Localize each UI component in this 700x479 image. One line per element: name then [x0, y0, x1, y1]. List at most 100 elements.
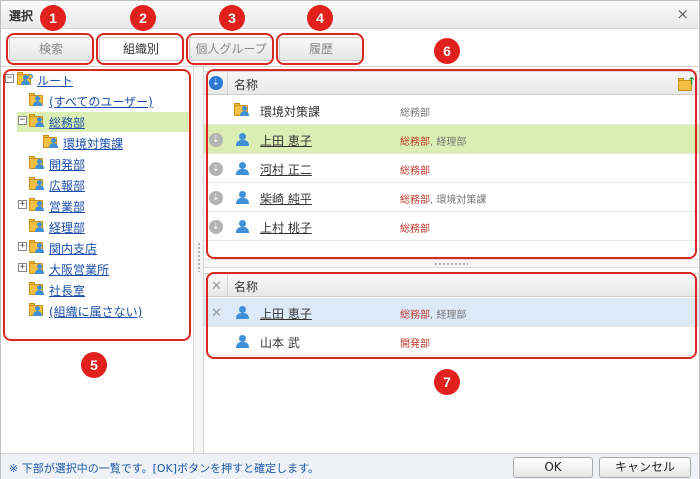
candidate-name[interactable]: 上村 桃子 — [260, 219, 312, 236]
selected-name[interactable]: 山本 武 — [260, 334, 300, 351]
tab-search[interactable]: 検索 — [9, 37, 93, 61]
annotation-marker-2: 2 — [130, 5, 156, 31]
tree-node-development[interactable]: 開発部 — [25, 154, 191, 174]
candidate-row[interactable]: ⇣ 上村 桃子 総務部 — [204, 212, 699, 241]
tree-node-all-users[interactable]: (すべてのユーザー) — [25, 91, 191, 111]
expand-circle-icon[interactable]: ⇣ — [209, 76, 223, 90]
tree-label[interactable]: (すべてのユーザー) — [49, 93, 153, 110]
annotation-marker-3: 3 — [219, 5, 245, 31]
annotation-marker-5: 5 — [81, 352, 107, 378]
candidate-name[interactable]: 環境対策課 — [260, 103, 320, 120]
candidate-row[interactable]: ⇣ 上田 恵子 総務部, 経理部 — [204, 125, 699, 154]
user-icon — [234, 131, 251, 147]
candidates-header: ⇣ 名称 ↑ — [204, 71, 699, 95]
folder-user-icon — [29, 281, 46, 296]
dialog-title: 選択 — [9, 9, 34, 23]
candidate-dept: 総務部 — [400, 224, 430, 235]
folder-user-icon — [29, 239, 46, 254]
user-icon — [234, 333, 251, 349]
tree-label[interactable]: (組織に属さない) — [49, 303, 142, 320]
tree-label[interactable]: 環境対策課 — [63, 135, 123, 152]
tree-node-kannai-branch[interactable]: + 関内支店 — [17, 238, 191, 258]
folder-user-icon — [29, 176, 46, 191]
tree-node-pr[interactable]: 広報部 — [25, 175, 191, 195]
tree-node-environment[interactable]: 環境対策課 — [41, 133, 191, 153]
splitter-grip-icon[interactable] — [434, 262, 468, 266]
candidate-dept: 総務部 — [400, 108, 430, 119]
expand-icon[interactable]: + — [18, 200, 27, 209]
candidate-name[interactable]: 柴崎 純平 — [260, 190, 312, 207]
expand-icon[interactable]: + — [18, 242, 27, 251]
remove-all-icon[interactable]: ✕ — [211, 279, 222, 294]
tree-label[interactable]: 経理部 — [49, 219, 85, 236]
splitter-grip-icon[interactable] — [197, 242, 201, 272]
folder-user-icon — [43, 134, 60, 149]
tab-personal-group[interactable]: 個人グループ — [189, 37, 273, 61]
expand-icon[interactable]: + — [18, 263, 27, 272]
tree-node-unaffiliated[interactable]: (組織に属さない) — [25, 301, 191, 321]
candidate-name[interactable]: 上田 恵子 — [260, 132, 312, 149]
remove-icon[interactable]: ✕ — [211, 306, 222, 321]
footer-note: ※ 下部が選択中の一覧です。[OK]ボタンを押すと確定します。 — [9, 462, 319, 475]
annotation-marker-7: 7 — [434, 369, 460, 395]
annotation-marker-4: 4 — [307, 5, 333, 31]
cancel-button[interactable]: キャンセル — [599, 457, 691, 478]
column-header-name: 名称 — [234, 78, 259, 92]
add-circle-icon[interactable]: ⇣ — [209, 162, 223, 176]
candidate-row[interactable]: ⇣ 河村 正二 総務部 — [204, 154, 699, 183]
selected-header: ✕ 名称 — [204, 273, 699, 297]
selected-row[interactable]: 山本 武 開発部 — [204, 327, 699, 356]
tab-bar: 検索 組織別 個人グループ 履歴 — [1, 29, 699, 67]
tab-organization[interactable]: 組織別 — [99, 37, 183, 61]
candidate-dept: 総務部, 環境対策課 — [400, 195, 487, 206]
user-icon — [234, 218, 251, 234]
tree-node-osaka-office[interactable]: + 大阪営業所 — [17, 259, 191, 279]
folder-user-icon — [29, 260, 46, 275]
close-icon[interactable]: × — [676, 5, 689, 23]
folder-user-icon — [29, 155, 46, 170]
tree-node-accounting[interactable]: 経理部 — [25, 217, 191, 237]
tree-label[interactable]: ルート — [37, 72, 73, 89]
collapse-icon[interactable]: − — [18, 116, 27, 125]
tree-label[interactable]: 社長室 — [49, 282, 85, 299]
folder-users-icon — [29, 302, 46, 317]
add-all-icon[interactable]: ↑ — [677, 75, 696, 91]
selected-dept: 開発部 — [400, 339, 430, 350]
tree-label[interactable]: 広報部 — [49, 177, 85, 194]
collapse-icon[interactable]: − — [5, 74, 14, 83]
candidate-dept: 総務部, 経理部 — [400, 137, 467, 148]
selected-name[interactable]: 上田 恵子 — [260, 305, 312, 322]
folder-user-icon — [29, 113, 46, 128]
user-icon — [234, 189, 251, 205]
user-icon — [234, 160, 251, 176]
vertical-splitter[interactable] — [194, 67, 204, 453]
ok-button[interactable]: OK — [513, 457, 593, 478]
organization-tree: − ルート (すべてのユーザー) − 総務部 環境対策課 開発部 広報部 + 営… — [1, 67, 194, 453]
tree-node-president-office[interactable]: 社長室 — [25, 280, 191, 300]
annotation-marker-1: 1 — [40, 5, 66, 31]
candidate-row[interactable]: ⇣ 柴崎 純平 総務部, 環境対策課 — [204, 183, 699, 212]
tab-history[interactable]: 履歴 — [279, 37, 363, 61]
tree-label[interactable]: 開発部 — [49, 156, 85, 173]
candidate-name[interactable]: 河村 正二 — [260, 161, 312, 178]
user-icon — [234, 304, 251, 320]
selected-row[interactable]: ✕ 上田 恵子 総務部, 経理部 — [204, 298, 699, 327]
candidate-row[interactable]: 環境対策課 総務部 — [204, 96, 699, 125]
tree-label[interactable]: 総務部 — [49, 114, 85, 131]
add-circle-icon[interactable]: ⇣ — [209, 191, 223, 205]
folder-user-icon — [29, 218, 46, 233]
horizontal-splitter[interactable] — [204, 259, 699, 268]
tree-label[interactable]: 営業部 — [49, 198, 85, 215]
candidate-dept: 総務部 — [400, 166, 430, 177]
add-circle-icon[interactable]: ⇣ — [209, 220, 223, 234]
folder-users-icon — [17, 71, 34, 86]
tree-node-root[interactable]: − ルート — [5, 70, 191, 90]
select-dialog: 選択 × 検索 組織別 個人グループ 履歴 1 2 3 4 5 6 7 − ルー… — [0, 0, 700, 479]
tree-node-general-affairs[interactable]: − 総務部 — [17, 112, 191, 132]
dialog-footer: ※ 下部が選択中の一覧です。[OK]ボタンを押すと確定します。 OK キャンセル — [1, 453, 699, 479]
tree-label[interactable]: 関内支店 — [49, 240, 97, 257]
tree-label[interactable]: 大阪営業所 — [49, 261, 109, 278]
add-circle-icon[interactable]: ⇣ — [209, 133, 223, 147]
column-header-name: 名称 — [234, 280, 259, 294]
tree-node-sales[interactable]: + 営業部 — [17, 196, 191, 216]
